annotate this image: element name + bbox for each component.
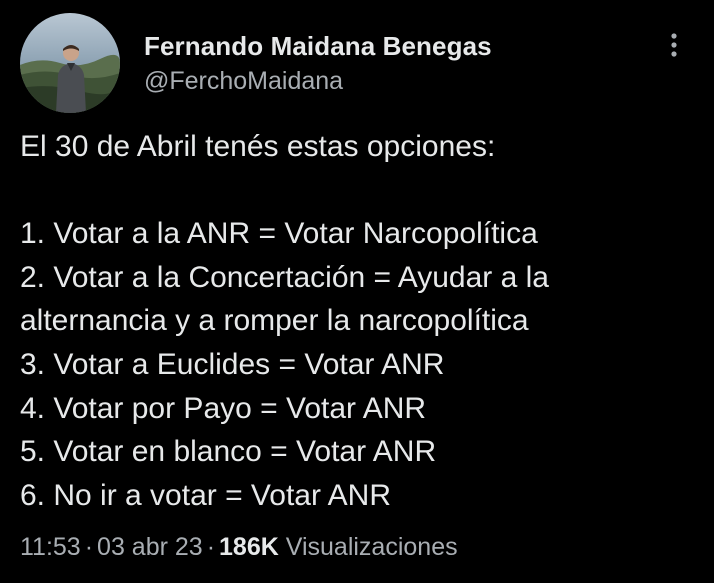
meta-separator: · [206,533,216,561]
tweet-time: 11:53 [20,533,81,561]
author-display-name[interactable]: Fernando Maidana Benegas [144,31,492,62]
author-names: Fernando Maidana Benegas @FerchoMaidana [144,31,492,96]
tweet-text-line: 3. Votar a Euclides = Votar ANR [20,347,445,381]
tweet-text-line [20,169,700,213]
profile-photo [20,13,120,113]
more-vertical-icon[interactable] [664,31,684,61]
author-handle[interactable]: @FerchoMaidana [144,67,492,96]
tweet-text-line: 2. Votar a la Concertación = Ayudar a la [20,260,549,294]
avatar[interactable] [20,13,120,113]
tweet-text-line: 4. Votar por Payo = Votar ANR [20,391,427,425]
tweet-text-line: 6. No ir a votar = Votar ANR [20,478,392,512]
tweet: Fernando Maidana Benegas @FerchoMaidana … [0,0,714,583]
tweet-timestamp[interactable]: 11:53 · 03 abr 23 [20,533,203,561]
tweet-text-line: alternancia y a romper la narcopolítica [20,304,529,338]
tweet-text-line: 5. Votar en blanco = Votar ANR [20,435,437,469]
tweet-text-line: El 30 de Abril tenés estas opciones: [20,130,496,163]
tweet-text: El 30 de Abril tenés estas opciones: 1. … [20,125,700,517]
tweet-meta: 11:53 · 03 abr 23 · 186K Visualizaciones [20,533,458,562]
views-count: 186K [219,533,279,561]
views-link[interactable]: 186K Visualizaciones [219,533,458,561]
meta-separator: · [84,533,94,561]
tweet-text-line: 1. Votar a la ANR = Votar Narcopolítica [20,217,538,251]
views-label: Visualizaciones [285,533,458,561]
tweet-date: 03 abr 23 [97,533,203,561]
tweet-header: Fernando Maidana Benegas @FerchoMaidana [20,13,694,113]
